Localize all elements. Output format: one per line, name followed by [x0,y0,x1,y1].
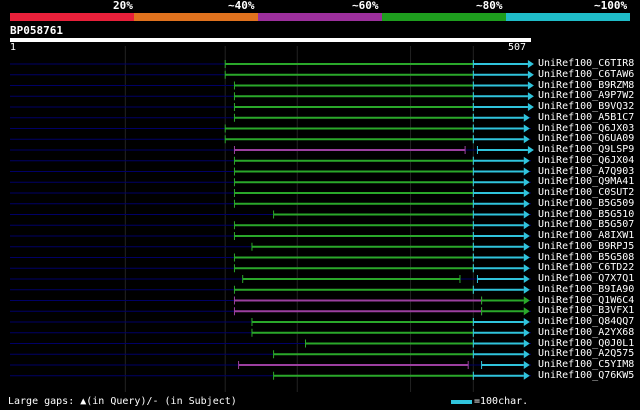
segment-arrow [523,371,530,380]
hit-label[interactable]: UniRef100_Q1W6C4 [538,295,634,306]
hit-label[interactable]: UniRef100_Q0J0L1 [538,338,634,349]
gap-legend-note: Large gaps: ▲(in Query)/- (in Subject) [8,396,237,407]
segment-arrow [523,167,530,176]
hit-label[interactable]: UniRef100_A9P7W2 [538,91,634,101]
segment-arrow [523,328,530,337]
scale-bar [451,400,472,404]
segment-arrow [523,178,530,187]
segment-arrow [523,318,530,326]
scale-label: =100char. [474,396,529,407]
hit-label[interactable]: UniRef100_A5B1C7 [538,112,634,123]
segment-arrow [523,361,530,369]
segment-arrow [523,296,530,305]
segment-arrow [527,103,534,111]
hit-label[interactable]: UniRef100_A2YX68 [538,327,634,338]
hit-label[interactable]: UniRef100_A2Q575 [538,349,634,359]
hit-label[interactable]: UniRef100_B5G508 [538,252,634,263]
hit-label[interactable]: UniRef100_B3VFX1 [538,306,634,316]
hit-label[interactable]: UniRef100_Q6JX03 [538,123,634,134]
hit-label[interactable]: UniRef100_B9RPJ5 [538,241,634,252]
hit-label[interactable]: UniRef100_Q7X7Q1 [538,274,634,284]
segment-arrow [527,70,534,79]
segment-arrow [523,264,530,273]
hit-label[interactable]: UniRef100_A8IXW1 [538,231,634,241]
hit-label[interactable]: UniRef100_B9IA90 [538,284,634,295]
hit-label[interactable]: UniRef100_B5G507 [538,220,634,230]
hit-label[interactable]: UniRef100_C6TIR8 [538,59,634,69]
segment-arrow [527,60,534,68]
segment-arrow [523,189,530,197]
segment-arrow [523,156,530,165]
segment-arrow [527,81,534,90]
hit-label[interactable]: UniRef100_C0SUT2 [538,188,634,198]
segment-arrow [523,135,530,144]
segment-arrow [523,253,530,262]
hit-label[interactable]: UniRef100_Q76KW5 [538,370,634,381]
hit-label[interactable]: UniRef100_C6TD22 [538,263,634,273]
segment-arrow [527,92,534,101]
segment-arrow [523,242,530,251]
segment-arrow [523,113,530,122]
segment-arrow [523,275,530,283]
segment-arrow [523,221,530,230]
hit-label[interactable]: UniRef100_Q9LSP9 [538,145,634,155]
hit-label[interactable]: UniRef100_Q84QQ7 [538,317,634,327]
segment-arrow [523,339,530,348]
segment-arrow [523,232,530,240]
segment-arrow [523,210,530,219]
segment-arrow [523,307,530,316]
segment-arrow [523,285,530,294]
segment-arrow [523,124,530,133]
segment-arrow [523,199,530,208]
segment-arrow [523,350,530,359]
hit-label[interactable]: UniRef100_B9RZM8 [538,80,634,91]
hit-label[interactable]: UniRef100_A7Q903 [538,166,634,177]
hit-label[interactable]: UniRef100_C5YIM8 [538,360,634,370]
segment-arrow [527,146,534,154]
hit-label[interactable]: UniRef100_Q9MA41 [538,177,634,187]
hit-label[interactable]: UniRef100_Q6JX04 [538,155,634,166]
hit-label[interactable]: UniRef100_B9VQ32 [538,102,634,112]
hit-label[interactable]: UniRef100_B5G510 [538,209,634,220]
hit-label[interactable]: UniRef100_C6TAW6 [538,69,634,80]
hit-label[interactable]: UniRef100_Q6UA09 [538,134,634,144]
hit-label[interactable]: UniRef100_B5G509 [538,198,634,209]
